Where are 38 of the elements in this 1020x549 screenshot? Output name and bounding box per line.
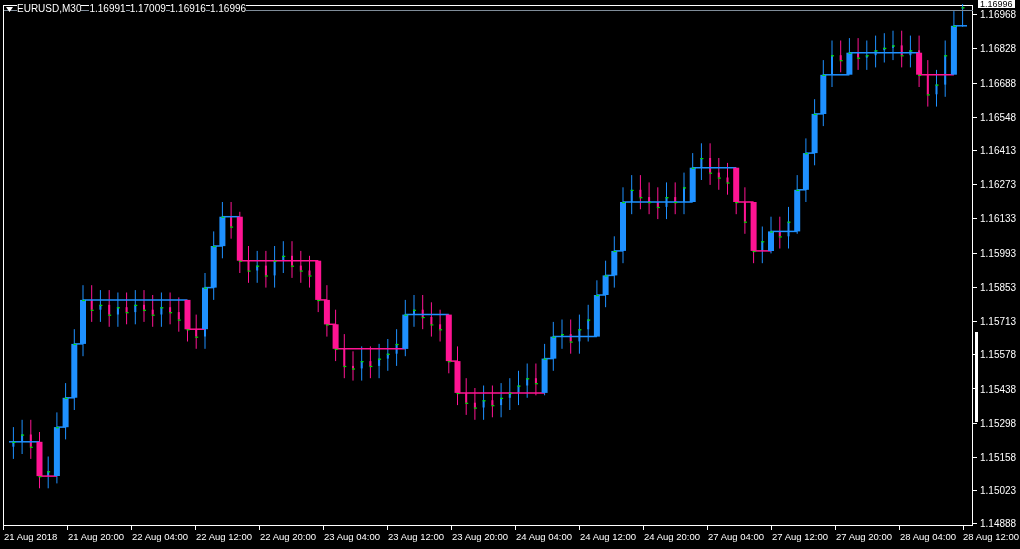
price-axis-label: 1.15578 <box>980 350 1017 360</box>
price-axis-label: 1.15023 <box>980 486 1017 495</box>
price-axis-label: 1.16133 <box>980 214 1017 224</box>
time-axis-label: 22 Aug 20:00 <box>260 531 316 543</box>
price-axis-label: 1.16688 <box>980 78 1017 88</box>
time-axis-label: 28 Aug 04:00 <box>900 531 956 543</box>
price-axis-label: 1.15158 <box>980 453 1017 462</box>
time-axis-label: 24 Aug 12:00 <box>580 531 636 543</box>
price-axis-label: 1.16968 <box>980 10 1017 20</box>
current-price-label: 1.16996 <box>978 0 1015 8</box>
price-axis-label: 1.14888 <box>980 519 1017 528</box>
time-axis-label: 22 Aug 04:00 <box>132 531 188 543</box>
time-axis-label: 27 Aug 20:00 <box>836 531 892 543</box>
time-axis-label: 21 Aug 20:00 <box>68 531 124 543</box>
price-axis-label: 1.16273 <box>980 180 1017 190</box>
ohlc-value: 1.16996 <box>209 4 247 14</box>
price-axis-label: 1.15438 <box>980 384 1017 394</box>
symbol-label: EURUSD,M30 <box>17 4 82 14</box>
ohlc-value: 1.16991 <box>89 4 126 14</box>
time-axis-label: 21 Aug 2018 <box>4 531 58 543</box>
price-axis-label: 1.15713 <box>980 317 1017 327</box>
price-axis-label: 1.16413 <box>980 145 1017 155</box>
time-axis-label: 27 Aug 04:00 <box>708 531 764 543</box>
time-axis-label: 22 Aug 12:00 <box>196 531 252 543</box>
time-axis-label: 23 Aug 20:00 <box>452 531 508 543</box>
time-axis-label: 24 Aug 04:00 <box>516 531 572 543</box>
price-axis-label: 1.15853 <box>980 282 1017 292</box>
price-axis-label: 1.15993 <box>980 248 1017 258</box>
time-axis-label: 23 Aug 04:00 <box>324 531 380 543</box>
time-axis-label: 23 Aug 12:00 <box>388 531 444 543</box>
price-axis-label: 1.16548 <box>980 112 1017 122</box>
time-axis-label: 27 Aug 12:00 <box>772 531 828 543</box>
time-axis-label: 24 Aug 20:00 <box>644 531 700 543</box>
price-axis-label: 1.16828 <box>980 44 1017 54</box>
price-axis-label: 1.15298 <box>980 418 1017 428</box>
ohlc-value: 1.16916 <box>169 4 206 14</box>
ohlc-value: 1.17009 <box>129 4 166 14</box>
time-axis-label: 28 Aug 12:00 <box>963 531 1019 543</box>
